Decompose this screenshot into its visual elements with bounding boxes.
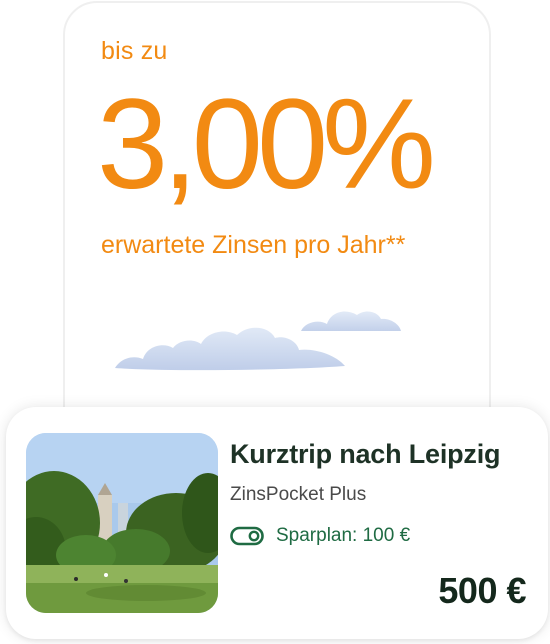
savings-plan-label: Sparplan: 100 € [276, 525, 411, 546]
pocket-type: ZinsPocket Plus [230, 484, 367, 505]
toggle-on-icon [230, 526, 264, 546]
zinspocket-card[interactable]: Kurztrip nach Leipzig ZinsPocket Plus Sp… [6, 407, 548, 639]
leipzig-park-photo [26, 433, 218, 613]
rate-prefix: bis zu [101, 37, 168, 65]
rate-description: erwartete Zinsen pro Jahr** [101, 231, 406, 259]
interest-rate-card: bis zu 3,00% erwartete Zinsen pro Jahr** [63, 1, 491, 441]
pocket-balance: 500 € [438, 570, 526, 611]
pocket-title: Kurztrip nach Leipzig [230, 439, 501, 469]
interest-rate-value: 3,00% [97, 73, 436, 216]
clouds-illustration [115, 311, 401, 371]
savings-plan-row: Sparplan: 100 € [230, 525, 410, 547]
